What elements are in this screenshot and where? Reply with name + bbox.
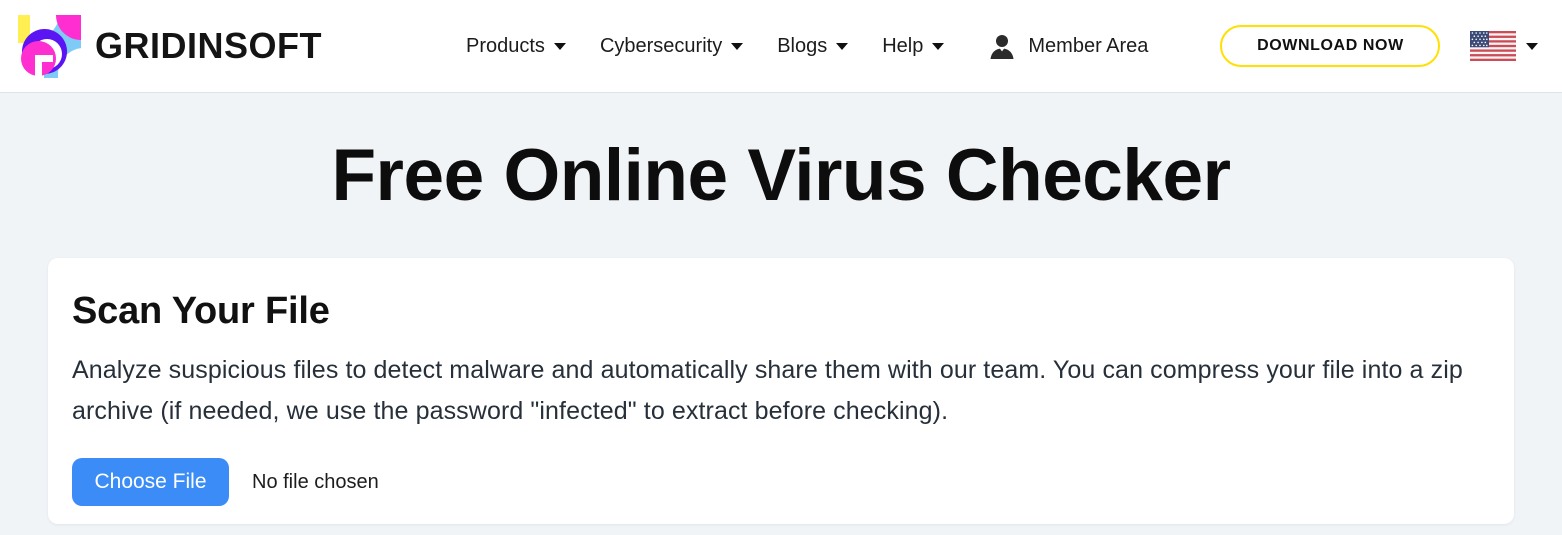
file-chosen-status: No file chosen: [252, 470, 379, 493]
choose-file-button[interactable]: Choose File: [72, 458, 229, 506]
chevron-down-icon: [553, 42, 566, 50]
logo-g-stem-shape: [35, 54, 42, 78]
nav-item-products-label: Products: [466, 34, 545, 57]
nav-item-blogs[interactable]: Blogs: [777, 34, 849, 58]
nav-item-cybersecurity-label: Cybersecurity: [599, 34, 723, 57]
chevron-down-icon: [932, 42, 945, 50]
member-area-label: Member Area: [1028, 34, 1149, 57]
chevron-down-icon: [731, 42, 744, 50]
chevron-down-icon: [836, 42, 849, 50]
card-title: Scan Your File: [72, 290, 330, 332]
scan-your-file-card: Scan Your File Analyze suspicious files …: [48, 258, 1514, 524]
language-selector[interactable]: [1470, 31, 1539, 61]
card-description: Analyze suspicious files to detect malwa…: [72, 356, 1463, 425]
nav-item-cybersecurity[interactable]: Cybersecurity: [599, 34, 744, 58]
brand-logo-link[interactable]: GRIDINSOFT: [18, 14, 322, 78]
member-area-link[interactable]: Member Area: [988, 32, 1148, 60]
gridinsoft-logo-icon: [18, 14, 81, 78]
nav-item-products[interactable]: Products: [466, 35, 566, 58]
file-upload-row: Choose File No file chosen: [72, 458, 1490, 506]
page-title: Free Online Virus Checker: [331, 135, 1231, 216]
nav-item-help-label: Help: [882, 34, 924, 57]
nav-item-blogs-label: Blogs: [777, 34, 828, 57]
main-navigation: Products Cybersecurity Blogs Help: [466, 34, 945, 58]
site-header: GRIDINSOFT Products Cybersecurity Blogs …: [0, 0, 1562, 93]
user-icon: [990, 35, 1014, 59]
nav-item-help[interactable]: Help: [882, 34, 945, 58]
chevron-down-icon: [1526, 42, 1539, 50]
us-flag-icon: [1470, 31, 1517, 61]
brand-name: GRIDINSOFT: [95, 25, 322, 66]
download-now-button[interactable]: DOWNLOAD NOW: [1220, 25, 1441, 67]
